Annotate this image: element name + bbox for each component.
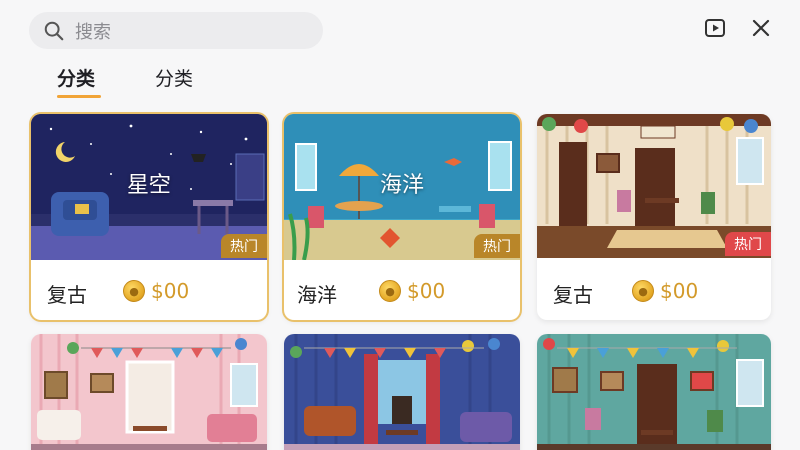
card-price: ● $00 bbox=[123, 279, 189, 303]
card-price: ● $00 bbox=[379, 279, 445, 303]
card-overlay-title: 星空 bbox=[127, 173, 172, 198]
theme-card-starry[interactable]: 星空 热门 复古 ● $00 bbox=[31, 114, 267, 320]
coin-icon: ● bbox=[123, 280, 145, 302]
coin-icon: ● bbox=[379, 280, 401, 302]
tab-category-1[interactable]: 分类 bbox=[57, 64, 95, 91]
theme-card-blue-room[interactable] bbox=[284, 334, 520, 450]
pink-room-image bbox=[31, 334, 267, 450]
search-bar[interactable]: 搜索 bbox=[29, 12, 323, 49]
card-name: 复古 bbox=[47, 283, 87, 307]
card-overlay-title: 海洋 bbox=[380, 173, 425, 198]
theme-card-ocean[interactable]: 海洋 热门 海洋 ● $00 bbox=[284, 114, 520, 320]
close-icon[interactable] bbox=[748, 15, 774, 41]
hot-badge: 热门 bbox=[725, 232, 771, 256]
teal-room-image bbox=[537, 334, 771, 450]
card-name: 海洋 bbox=[297, 283, 337, 307]
hot-badge: 热门 bbox=[474, 234, 520, 258]
theme-card-pink-room[interactable] bbox=[31, 334, 267, 450]
tab-active-indicator bbox=[57, 95, 101, 98]
search-icon bbox=[44, 21, 64, 40]
tab-category-2[interactable]: 分类 bbox=[155, 64, 193, 91]
play-icon[interactable] bbox=[702, 15, 728, 41]
hot-badge: 热门 bbox=[221, 234, 267, 258]
search-input[interactable]: 搜索 bbox=[75, 18, 111, 44]
card-price: ● $00 bbox=[632, 279, 698, 303]
coin-icon: ● bbox=[632, 280, 654, 302]
theme-card-teal-room[interactable] bbox=[537, 334, 771, 450]
card-name: 复古 bbox=[553, 283, 593, 307]
blue-room-image bbox=[284, 334, 520, 450]
theme-card-retro[interactable]: 热门 复古 ● $00 bbox=[537, 114, 771, 320]
